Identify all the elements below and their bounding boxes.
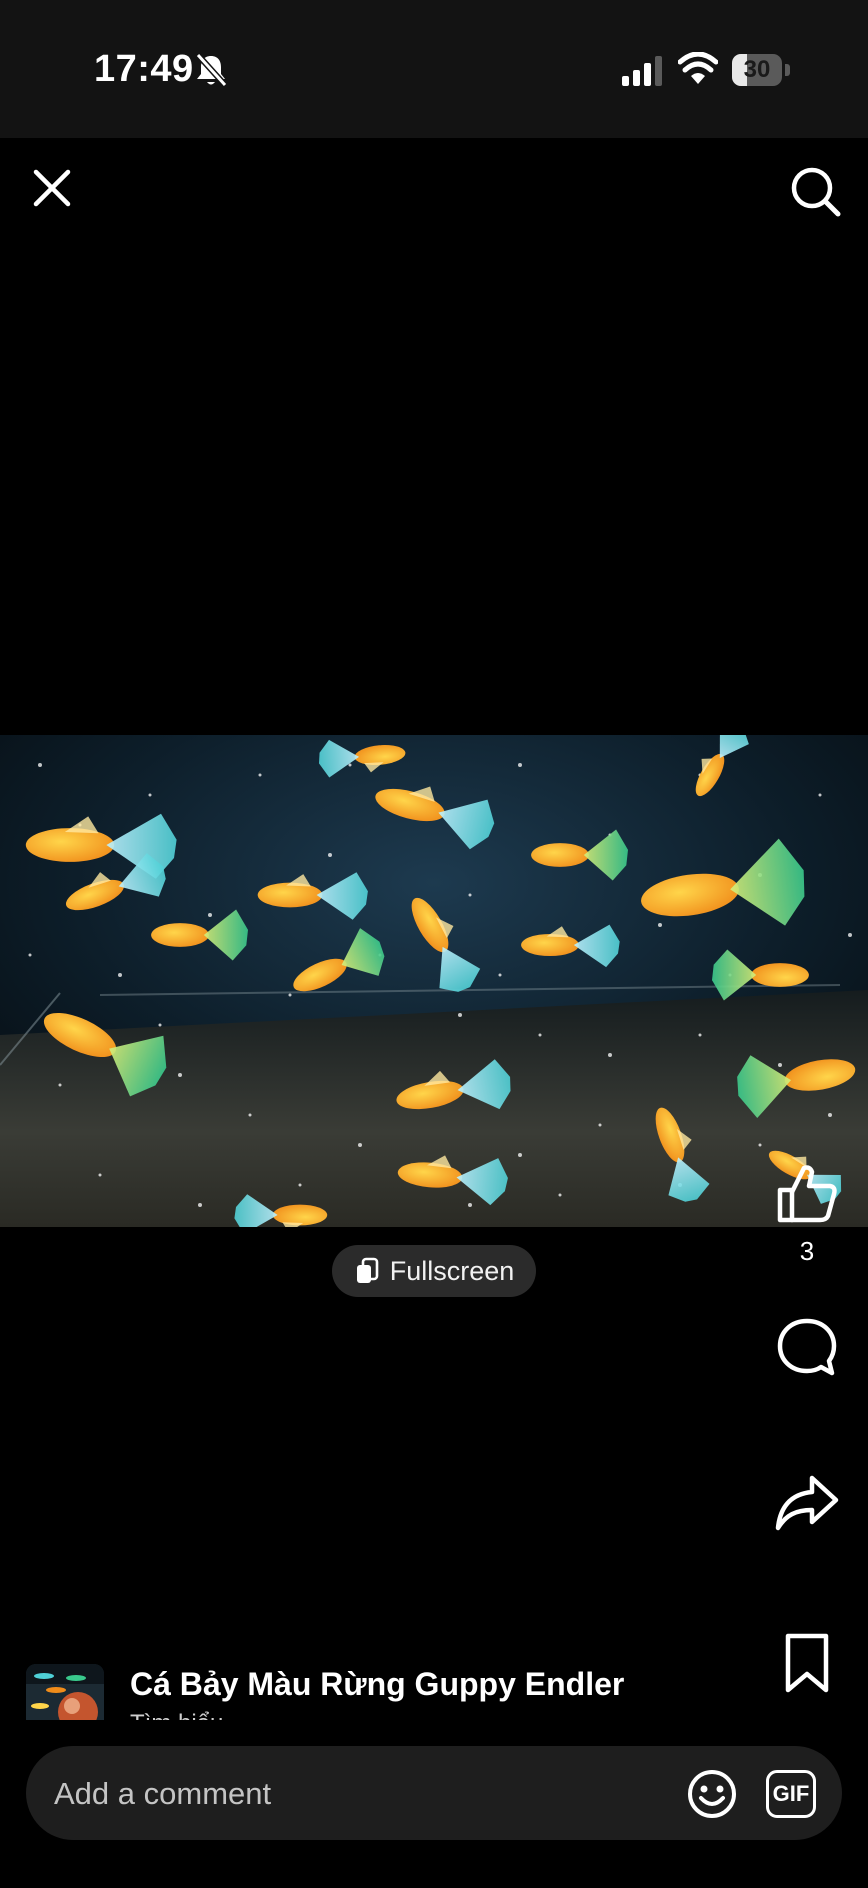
close-icon[interactable] — [28, 164, 76, 212]
gif-button[interactable]: GIF — [766, 1770, 816, 1818]
like-button[interactable]: 3 — [770, 1160, 844, 1267]
comment-icon — [777, 1318, 837, 1376]
bell-muted-icon — [195, 52, 228, 88]
status-time: 17:49 — [94, 48, 194, 90]
emoji-icon[interactable] — [686, 1768, 738, 1820]
wifi-icon — [678, 52, 718, 84]
search-icon[interactable] — [788, 164, 842, 218]
share-icon — [775, 1475, 839, 1531]
gif-label: GIF — [772, 1781, 810, 1806]
comment-bar: GIF — [26, 1746, 842, 1842]
video-subtitle: Tìm hiểu — [130, 1710, 223, 1720]
fullscreen-button[interactable]: Fullscreen — [332, 1245, 536, 1297]
battery-body: 30 — [732, 54, 782, 86]
video-player[interactable] — [0, 735, 868, 1227]
cellular-signal-icon — [622, 56, 662, 86]
comment-button[interactable] — [770, 1315, 844, 1381]
share-button[interactable] — [770, 1470, 844, 1536]
channel-thumbnail-image — [26, 1664, 104, 1720]
like-count: 3 — [799, 1236, 815, 1266]
battery-level-text: 30 — [743, 56, 771, 83]
video-title[interactable]: Cá Bảy Màu Rừng Guppy Endler — [130, 1666, 624, 1703]
battery-cap — [785, 64, 790, 76]
thumbs-up-icon — [777, 1165, 837, 1223]
status-bar: 17:49 30 — [0, 0, 868, 138]
fullscreen-icon — [356, 1257, 379, 1283]
video-info: Cá Bảy Màu Rừng Guppy Endler Tìm hiểu — [0, 1660, 868, 1720]
channel-thumbnail[interactable] — [26, 1664, 104, 1720]
fullscreen-label: Fullscreen — [389, 1255, 515, 1286]
comment-input[interactable] — [52, 1746, 676, 1842]
battery-icon: 30 — [732, 54, 790, 86]
video-image — [0, 735, 868, 1227]
